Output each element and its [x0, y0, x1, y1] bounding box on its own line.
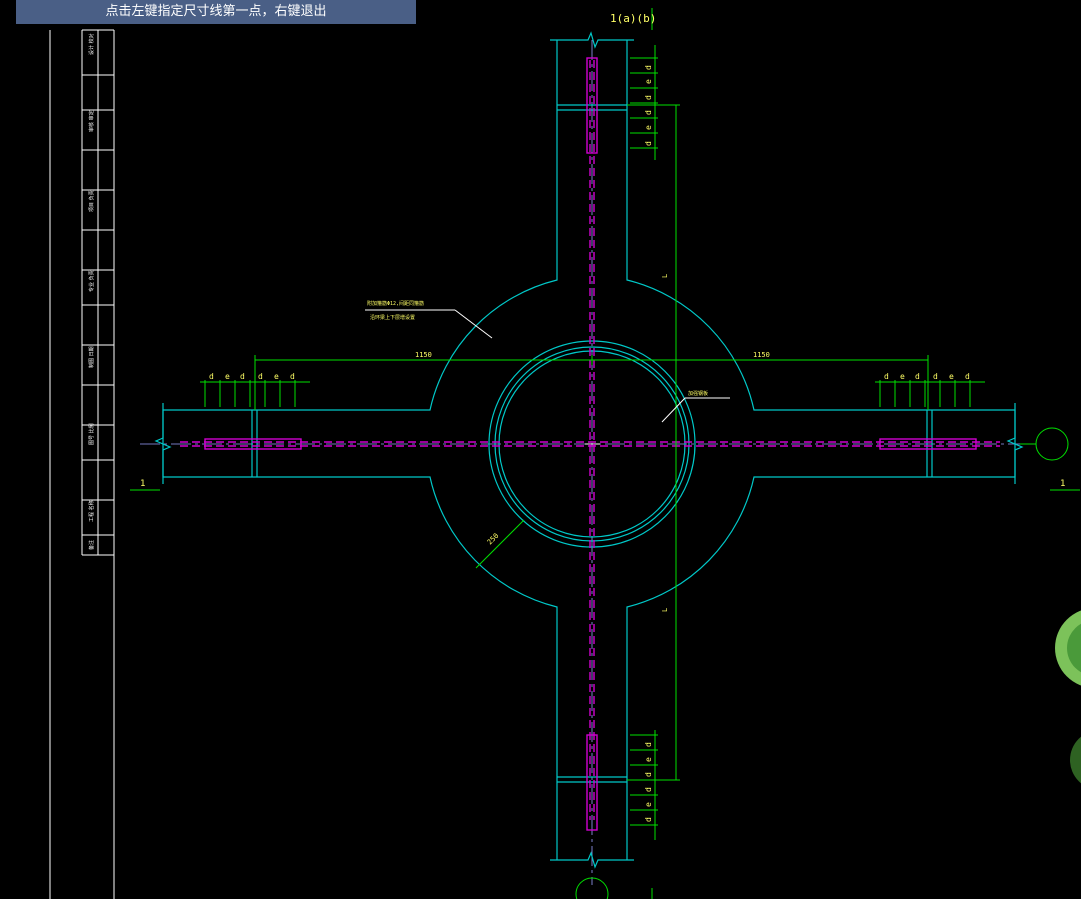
title-cell-7: 工程 名称 [88, 500, 95, 522]
title-block: 设计 校对 审核 审定 项目 负责 专业 负责 制图 日期 图号 比例 工程 名… [49, 29, 115, 899]
label-e: e [644, 757, 653, 762]
label-e: e [225, 372, 230, 381]
title-cell-2: 审核 审定 [88, 110, 95, 132]
dimension-lines [130, 8, 1080, 899]
label-e: e [949, 372, 954, 381]
label-d: d [258, 372, 263, 381]
cad-drawing-canvas[interactable]: 设计 校对 审核 审定 项目 负责 专业 负责 制图 日期 图号 比例 工程 名… [0, 0, 1081, 899]
label-d: d [915, 372, 920, 381]
label-d: d [644, 141, 653, 146]
leader-lines [365, 309, 730, 423]
label-d: d [644, 772, 653, 777]
dim-length-lower: L [661, 608, 669, 612]
dim-hole-250: 250 [486, 532, 501, 547]
dim-right-1150: 1150 [753, 351, 770, 359]
label-d: d [290, 372, 295, 381]
label-d: d [644, 110, 653, 115]
beam-outline [154, 31, 1024, 869]
title-cell-8: 备注 [88, 540, 95, 550]
note-stirrup-line1: 附加箍筋Φ12,间距同箍筋 [367, 300, 424, 307]
dim-length-upper: L [661, 274, 669, 278]
label-d: d [240, 372, 245, 381]
label-d: d [933, 372, 938, 381]
section-mark-left: 1 [140, 479, 145, 489]
label-e: e [644, 125, 653, 130]
grid-label-top: 1(a)(b) [610, 12, 656, 25]
grid-bubbles [575, 427, 1069, 899]
label-e: e [644, 802, 653, 807]
label-e: e [900, 372, 905, 381]
floating-widget[interactable] [1055, 608, 1081, 790]
label-e: e [644, 79, 653, 84]
label-d: d [209, 372, 214, 381]
section-mark-right: 1 [1060, 479, 1065, 489]
label-d: d [644, 65, 653, 70]
title-cell-1: 设计 校对 [88, 33, 95, 55]
label-d: d [644, 95, 653, 100]
label-d: d [965, 372, 970, 381]
note-center: 加强钢板 [688, 390, 708, 397]
title-cell-6: 图号 比例 [88, 423, 95, 445]
label-d: d [644, 817, 653, 822]
title-cell-4: 专业 负责 [88, 270, 95, 292]
label-e: e [274, 372, 279, 381]
label-d: d [884, 372, 889, 381]
title-cell-5: 制图 日期 [88, 346, 95, 368]
dim-left-1150: 1150 [415, 351, 432, 359]
title-cell-3: 项目 负责 [88, 190, 95, 212]
label-d: d [644, 787, 653, 792]
note-stirrup-line2: 沿环梁上下层增设置 [370, 314, 415, 321]
label-d: d [644, 742, 653, 747]
center-axis-lines [140, 40, 1030, 885]
command-prompt-bar: 点击左键指定尺寸线第一点，右键退出 [16, 0, 416, 24]
